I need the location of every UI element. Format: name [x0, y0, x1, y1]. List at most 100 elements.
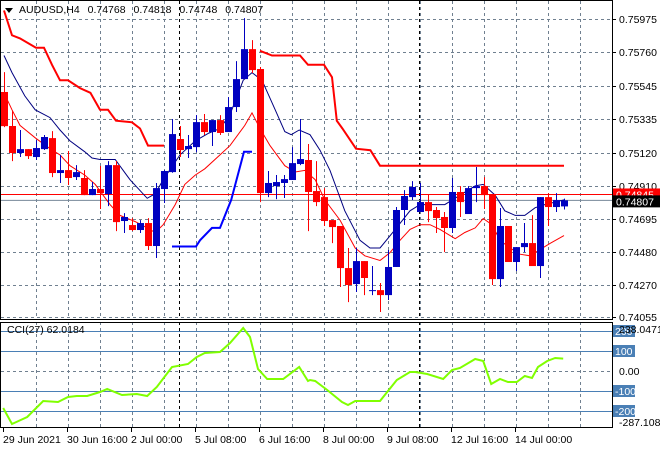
candle-body	[209, 120, 216, 133]
candle-body	[193, 122, 200, 148]
candle-body	[89, 189, 96, 196]
candle-body	[81, 178, 88, 196]
candle-body	[225, 107, 232, 133]
candle-body	[497, 225, 504, 280]
candle	[201, 114, 208, 135]
candle-body	[249, 49, 256, 71]
chart-header: AUDUSD,H4 0.74768 0.74818 0.74748 0.7480…	[19, 4, 268, 16]
candle	[529, 215, 536, 267]
candle	[329, 220, 336, 244]
time-label: 12 Jul 16:00	[451, 434, 508, 446]
cci-level-label: 100	[615, 346, 633, 358]
candle-body	[185, 146, 192, 150]
candle-body	[145, 223, 152, 247]
candle	[185, 134, 192, 158]
time-label: 9 Jul 08:00	[387, 434, 439, 446]
candle	[297, 119, 304, 166]
candle-body	[473, 186, 480, 189]
candle-body	[1, 91, 8, 127]
candle	[497, 207, 504, 288]
candle-body	[73, 172, 80, 178]
cci-level-label: 0.00	[619, 366, 640, 378]
price-label: 0.74055	[619, 312, 657, 324]
candle-body	[401, 196, 408, 210]
candle	[553, 193, 560, 213]
cci-max-label: 238.0471	[619, 324, 660, 336]
candle	[377, 282, 384, 313]
candle-body	[33, 148, 40, 158]
candle-body	[17, 149, 24, 154]
candle-body	[465, 188, 472, 215]
candle-body	[289, 163, 296, 181]
candle-body	[97, 189, 104, 194]
candle-body	[425, 202, 432, 212]
candle	[313, 161, 320, 207]
candle-body	[217, 120, 224, 133]
cci-min-label: -287.1086	[619, 417, 660, 429]
candle-body	[121, 216, 128, 222]
time-label: 30 Jun 16:00	[67, 434, 128, 446]
price-label: 0.74270	[619, 280, 657, 292]
candle-body	[537, 197, 544, 267]
candle	[193, 115, 200, 153]
candle-body	[201, 122, 208, 133]
candle	[225, 97, 232, 133]
candle	[505, 225, 512, 263]
candle	[73, 165, 80, 181]
time-label: 8 Jul 00:00	[323, 434, 375, 446]
time-label: 5 Jul 08:00	[195, 434, 247, 446]
upper-band-line	[3, 10, 164, 147]
candle-body	[129, 225, 136, 231]
candle	[473, 166, 480, 203]
candle	[393, 207, 400, 267]
candle-body	[321, 197, 328, 222]
grid	[1, 1, 612, 428]
candle	[361, 261, 368, 296]
candle-body	[257, 69, 264, 194]
candle-body	[153, 188, 160, 247]
candle	[233, 61, 240, 113]
candle-body	[369, 290, 376, 292]
candle	[457, 186, 464, 217]
candle	[161, 170, 168, 204]
candle	[257, 66, 264, 203]
candle-body	[169, 134, 176, 173]
candle-body	[361, 261, 368, 279]
price-label: 0.75120	[619, 148, 657, 160]
candle-body	[65, 170, 72, 179]
candle-body	[505, 225, 512, 263]
candle	[513, 247, 520, 272]
candle-body	[393, 209, 400, 267]
candle	[289, 147, 296, 181]
candle-body	[233, 79, 240, 108]
candle-body	[313, 191, 320, 203]
candle	[521, 223, 528, 253]
candle-body	[265, 182, 272, 194]
cci-panel: 2001000.00-100-200238.0471-287.1086	[1, 324, 660, 429]
candle	[217, 115, 224, 135]
candle	[353, 248, 360, 292]
candle	[481, 177, 488, 210]
dropdown-triangle-icon[interactable]	[5, 8, 13, 13]
candle-body	[513, 247, 520, 263]
price-label: 0.75975	[619, 14, 657, 26]
candle-body	[161, 171, 168, 190]
candle	[49, 131, 56, 178]
bid-price-label: 0.74807	[616, 196, 654, 208]
low-value: 0.74748	[179, 4, 218, 16]
candle-body	[441, 216, 448, 229]
candle-body	[329, 220, 336, 228]
symbol-label: AUDUSD,H4	[19, 4, 80, 16]
candle-body	[353, 261, 360, 285]
price-label: 0.75545	[619, 81, 657, 93]
candle	[17, 130, 24, 158]
candle	[113, 161, 120, 232]
candle-body	[49, 138, 56, 174]
time-label: 2 Jul 00:00	[131, 434, 183, 446]
price-chart[interactable]: 2001000.00-100-200238.0471-287.1086 0.75…	[0, 0, 660, 450]
candle-body	[561, 200, 568, 207]
candle-body	[457, 191, 464, 203]
candle-body	[553, 200, 560, 208]
candle-body	[57, 170, 64, 174]
price-label: 0.75335	[619, 114, 657, 126]
